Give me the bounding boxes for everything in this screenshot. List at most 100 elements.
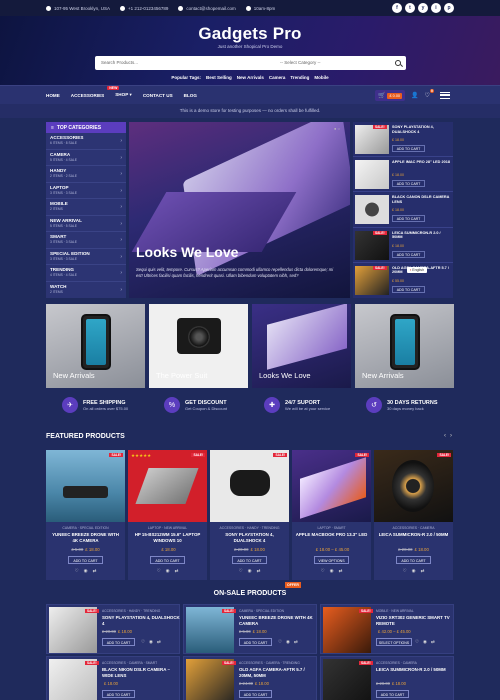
- promo-banner[interactable]: Looks We Love: [252, 304, 351, 388]
- category-item[interactable]: SMART 3 ITEMS · 3 SALE ›: [46, 232, 126, 249]
- promo-banner[interactable]: New Arrivals: [355, 304, 454, 388]
- slider-dots[interactable]: ● ○: [334, 126, 340, 131]
- twitter-icon[interactable]: t: [405, 3, 415, 13]
- product-name[interactable]: LEICA SUMMICRON-R 2.0 / 50MM: [377, 532, 450, 538]
- compare-icon[interactable]: ⇄: [93, 568, 97, 574]
- product-image[interactable]: [128, 450, 207, 522]
- eye-icon[interactable]: ◉: [423, 639, 427, 645]
- category-item[interactable]: LAPTOP 3 ITEMS · 3 SALE ›: [46, 183, 126, 199]
- phone[interactable]: +1 212-0123456789: [119, 5, 168, 11]
- hero-slider[interactable]: ● ○ Looks We Love Sequi quis velit, temp…: [129, 122, 350, 298]
- product-name[interactable]: OLD AGFA CAMERA-AFTR 5.7 / 20MM, 50MM: [239, 667, 317, 678]
- heart-icon[interactable]: ♡: [403, 568, 407, 574]
- tag-link[interactable]: New Arrivals: [237, 75, 264, 80]
- category-item[interactable]: NEW ARRIVAL 5 ITEMS · 5 SALE ›: [46, 216, 126, 232]
- language-popup[interactable]: ▪ English: [407, 266, 428, 273]
- add-to-cart-button[interactable]: ADD TO CART: [239, 690, 272, 698]
- wishlist-button[interactable]: ♡ 0: [425, 89, 434, 99]
- product-image[interactable]: [46, 450, 125, 522]
- nav-item-shop[interactable]: SHOP ▾ NEW: [107, 86, 132, 98]
- eye-icon[interactable]: ◉: [412, 568, 416, 574]
- product-image[interactable]: [323, 607, 371, 653]
- list-item[interactable]: SALE! ACCESSORIES · CAMERA LEICA SUMMICR…: [320, 656, 454, 700]
- category-item[interactable]: ACCESSORIES 6 ITEMS · 8 SALE ›: [46, 133, 126, 150]
- eye-icon[interactable]: ◉: [248, 568, 252, 574]
- menu-icon[interactable]: [439, 92, 450, 99]
- heart-icon[interactable]: ♡: [141, 639, 145, 645]
- add-to-cart-button[interactable]: ADD TO CART: [392, 180, 425, 188]
- eye-icon[interactable]: ◉: [330, 568, 334, 574]
- product-image[interactable]: [210, 450, 289, 522]
- product-name[interactable]: BLACK NIKON DSLR CAMERA – WIDE LENS: [102, 667, 180, 678]
- product-image[interactable]: [355, 230, 389, 260]
- product-card[interactable]: SALE! LAPTOP · SMART APPLE MACBOOK PRO 1…: [292, 450, 371, 580]
- list-item[interactable]: SALE! ACCESSORIES · HANDY · TRENDING SON…: [46, 604, 180, 654]
- product-image[interactable]: [355, 265, 389, 295]
- category-item[interactable]: SPECIAL EDITION 3 ITEMS · 3 SALE ›: [46, 249, 126, 265]
- heart-icon[interactable]: ♡: [321, 568, 325, 574]
- site-logo[interactable]: Gadgets Pro: [0, 24, 500, 44]
- category-item[interactable]: TRENDING 4 ITEMS · 4 SALE ›: [46, 265, 126, 282]
- pinterest-icon[interactable]: p: [444, 3, 454, 13]
- account-icon[interactable]: 👤: [411, 92, 418, 99]
- list-item[interactable]: SALE! MOBILE · NEW ARRIVAL VIZIO XRT302 …: [320, 604, 454, 654]
- product-name[interactable]: APPLE IMAC PRO 28" LED 2018: [392, 160, 450, 165]
- nav-item-accessories[interactable]: ACCESSORIES: [71, 93, 104, 98]
- tag-link[interactable]: Trending: [290, 75, 309, 80]
- select-options-button[interactable]: SELECT OPTIONS: [376, 638, 412, 646]
- product-image[interactable]: [374, 450, 453, 522]
- product-image[interactable]: [323, 659, 371, 700]
- add-to-cart-button[interactable]: ADD TO CART: [392, 285, 425, 293]
- chevron-right-icon[interactable]: ›: [450, 433, 452, 439]
- promo-banner[interactable]: New Arrivals: [46, 304, 145, 388]
- heart-icon[interactable]: ♡: [415, 639, 419, 645]
- product-name[interactable]: SONY PLAYSTATION 4, DUALSHOCK 4: [392, 125, 450, 134]
- product-image[interactable]: [186, 607, 234, 653]
- add-to-cart-button[interactable]: ADD TO CART: [239, 638, 272, 646]
- instagram-icon[interactable]: i: [431, 3, 441, 13]
- add-to-cart-button[interactable]: ADD TO CART: [392, 145, 425, 152]
- product-name[interactable]: APPLE MACBOOK PRO 13.3" LED: [295, 532, 368, 538]
- compare-icon[interactable]: ⇄: [257, 568, 261, 574]
- list-item[interactable]: BLACK CANON DSLR CAMERA LENS £ 18.00 ADD…: [353, 192, 453, 228]
- nav-item-home[interactable]: HOME: [46, 93, 60, 98]
- chevron-left-icon[interactable]: ‹: [444, 433, 446, 439]
- product-name[interactable]: YUNEEC BREEZE DRONE WITH 4K CAMERA: [239, 615, 317, 626]
- compare-icon[interactable]: ⇄: [175, 568, 179, 574]
- product-card[interactable]: SALE! ACCESSORIES · CAMERA LEICA SUMMICR…: [374, 450, 453, 580]
- category-item[interactable]: MOBILE 2 ITEMS ›: [46, 199, 126, 216]
- add-to-cart-button[interactable]: ADD TO CART: [392, 250, 425, 258]
- category-item[interactable]: HANDY 2 ITEMS · 2 SALE ›: [46, 166, 126, 183]
- add-to-cart-button[interactable]: ADD TO CART: [392, 215, 425, 223]
- list-item[interactable]: SALE! SONY PLAYSTATION 4, DUALSHOCK 4 £ …: [353, 122, 453, 158]
- product-image[interactable]: [355, 160, 389, 190]
- add-to-cart-button[interactable]: ADD TO CART: [102, 638, 135, 646]
- heart-icon[interactable]: ♡: [278, 639, 282, 645]
- category-select[interactable]: -- Select Category --: [280, 60, 321, 65]
- list-item[interactable]: SALE! OLD AGFA CAMERA-AFTR 5.7 / 20MM ▪ …: [353, 263, 453, 298]
- add-to-cart-button[interactable]: ADD TO CART: [376, 690, 409, 698]
- list-item[interactable]: SALE! CAMERA · SPECIAL EDITION YUNEEC BR…: [183, 604, 317, 654]
- eye-icon[interactable]: ◉: [149, 639, 153, 645]
- product-card[interactable]: SALE! ACCESSORIES · HANDY · TRENDING SON…: [210, 450, 289, 580]
- product-name[interactable]: YUNEEC BREEZE DRONE WITH 4K CAMERA: [49, 532, 122, 543]
- nav-item-blog[interactable]: BLOG: [184, 93, 197, 98]
- tag-link[interactable]: Camera: [269, 75, 286, 80]
- add-to-cart-button[interactable]: ADD TO CART: [102, 690, 135, 698]
- product-image[interactable]: [186, 659, 234, 700]
- product-image[interactable]: [49, 607, 97, 653]
- add-to-cart-button[interactable]: ADD TO CART: [396, 556, 431, 564]
- list-item[interactable]: SALE! ACCESSORIES · CAMERA · SMART BLACK…: [46, 656, 180, 700]
- category-item[interactable]: WATCH 2 ITEMS ›: [46, 282, 126, 299]
- email[interactable]: contact@shopemail.com: [178, 5, 236, 11]
- product-image[interactable]: [355, 195, 389, 225]
- eye-icon[interactable]: ◉: [286, 639, 290, 645]
- product-name[interactable]: HP 15-BS212WM 15.6" LAPTOP WINDOWS 10: [131, 532, 204, 543]
- facebook-icon[interactable]: f: [392, 3, 402, 13]
- heart-icon[interactable]: ♡: [75, 568, 79, 574]
- list-item[interactable]: SALE! ACCESSORIES · CAMERA · TRENDING OL…: [183, 656, 317, 700]
- tag-link[interactable]: Mobile: [314, 75, 328, 80]
- compare-icon[interactable]: ⇄: [421, 568, 425, 574]
- product-name[interactable]: SONY PLAYSTATION 4, DUALSHOCK 4: [102, 615, 180, 626]
- compare-icon[interactable]: ⇄: [157, 639, 161, 645]
